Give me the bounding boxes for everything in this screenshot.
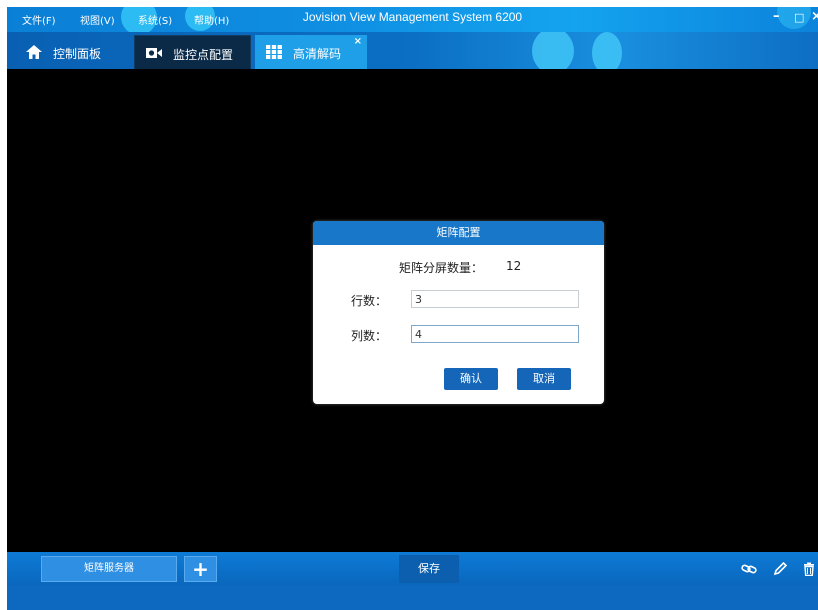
title-bar: 文件(F) 视图(V) 系统(S) 帮助(H) Jovision View Ma… xyxy=(7,7,818,32)
matrix-config-dialog: 矩阵配置 矩阵分屏数量： 12 行数： 列数： 确认 取消 xyxy=(313,221,604,404)
home-icon xyxy=(26,45,42,59)
matrix-server-button[interactable]: 矩阵服务器 xyxy=(41,556,177,582)
close-window-button[interactable]: × xyxy=(811,9,818,24)
tab-control-panel[interactable]: 控制面板 xyxy=(15,35,129,69)
rows-input[interactable] xyxy=(411,290,579,308)
cols-input[interactable] xyxy=(411,325,579,343)
link-icon[interactable] xyxy=(741,562,757,576)
tab-bar: 控制面板 监控点配置 高清解码 × xyxy=(7,32,818,69)
bottom-toolbar: 矩阵服务器 + 保存 xyxy=(7,552,818,585)
pencil-icon[interactable] xyxy=(772,562,788,576)
grid-icon xyxy=(266,45,282,59)
rows-label: 行数： xyxy=(351,294,388,308)
tab-label: 控制面板 xyxy=(53,47,102,61)
window-title: Jovision View Management System 6200 xyxy=(302,10,523,24)
split-count-value: 12 xyxy=(506,259,522,273)
tab-label: 高清解码 xyxy=(293,47,342,61)
cancel-button[interactable]: 取消 xyxy=(517,368,571,390)
maximize-button[interactable]: □ xyxy=(794,11,804,24)
split-count-label: 矩阵分屏数量： xyxy=(399,261,484,275)
status-bar xyxy=(7,585,818,610)
add-server-button[interactable]: + xyxy=(184,556,217,582)
app-window: 文件(F) 视图(V) 系统(S) 帮助(H) Jovision View Ma… xyxy=(7,7,818,610)
save-button[interactable]: 保存 xyxy=(399,555,459,583)
decor-bubble xyxy=(592,32,622,69)
confirm-button[interactable]: 确认 xyxy=(444,368,498,390)
decor-bubble xyxy=(532,32,574,69)
dialog-title: 矩阵配置 xyxy=(313,221,604,245)
tab-hd-decode[interactable]: 高清解码 × xyxy=(255,35,367,69)
tab-monitor-config[interactable]: 监控点配置 xyxy=(134,35,251,69)
minimize-button[interactable]: – xyxy=(773,9,780,24)
cols-label: 列数： xyxy=(351,329,388,343)
tab-label: 监控点配置 xyxy=(173,48,234,62)
trash-icon[interactable] xyxy=(801,562,817,576)
camera-icon xyxy=(146,48,162,58)
tab-close-icon[interactable]: × xyxy=(354,36,362,47)
